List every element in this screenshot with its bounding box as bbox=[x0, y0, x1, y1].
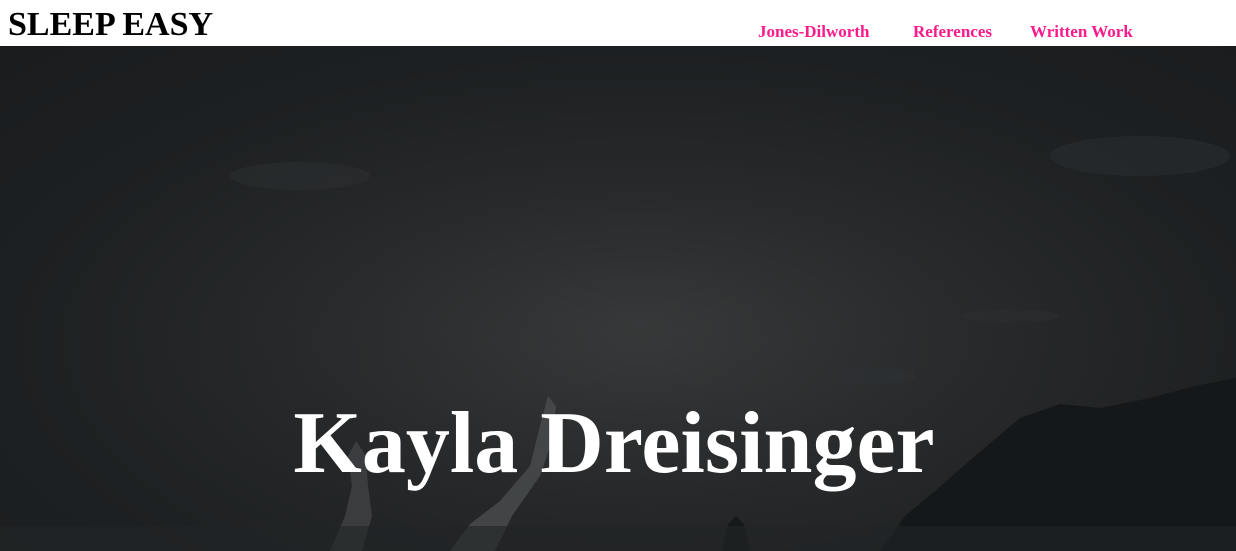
nav-link-references[interactable]: References bbox=[913, 22, 992, 42]
nav-link-written-work[interactable]: Written Work bbox=[1030, 22, 1133, 42]
hero-banner: Kayla Dreisinger bbox=[0, 46, 1236, 551]
nav-link-jones-dilworth[interactable]: Jones-Dilworth bbox=[758, 22, 869, 42]
top-navigation-bar: SLEEP EASY Jones-Dilworth References Wri… bbox=[0, 0, 1236, 46]
hero-title: Kayla Dreisinger bbox=[293, 395, 935, 492]
main-nav: Jones-Dilworth References Written Work bbox=[0, 22, 1236, 42]
